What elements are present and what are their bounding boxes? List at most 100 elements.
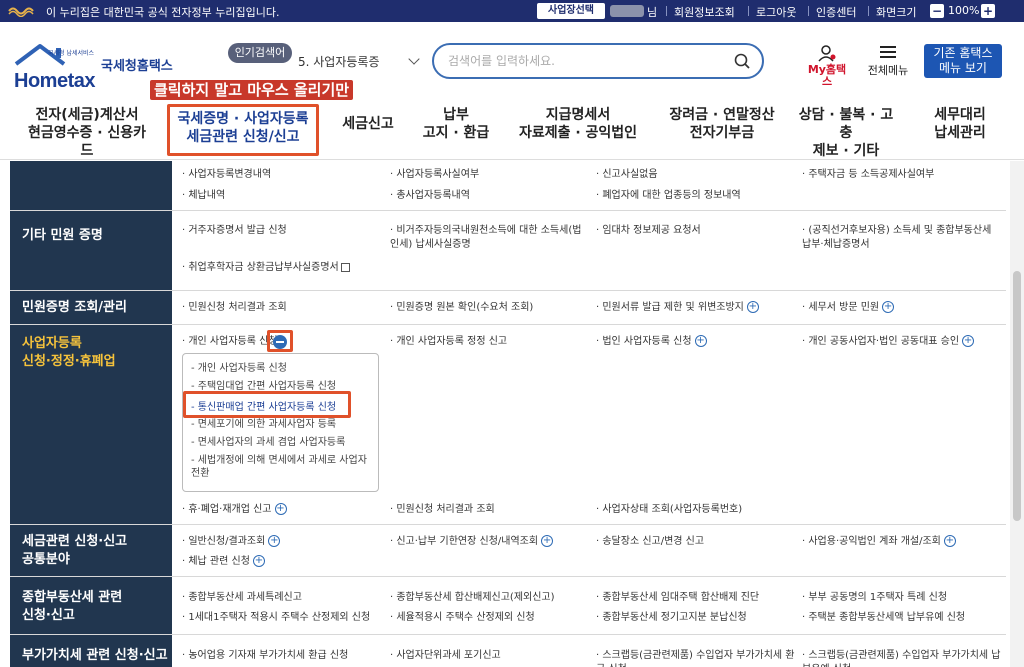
zoom-out-button[interactable]: −: [930, 4, 944, 18]
legacy-menu-button[interactable]: 기존 홈택스 메뉴 보기: [924, 44, 1002, 78]
menu-link[interactable]: · 종합부동산세 합산배제신고(제외신고): [390, 591, 555, 605]
menu-link[interactable]: · 종합부동산세 과세특례신고: [182, 591, 302, 605]
nav-label: 납세관리: [934, 125, 986, 141]
submenu-link[interactable]: - 면세포기에 의한 과세사업자 등록: [191, 418, 371, 431]
expand-plus-icon[interactable]: +: [882, 301, 895, 313]
menu-link[interactable]: · 1세대1주택자 적용시 주택수 산정제외 신청: [182, 611, 370, 625]
screen-size-label: 화면크기: [876, 6, 917, 19]
menu-link[interactable]: · 체납내역: [182, 189, 225, 203]
menu-link[interactable]: · 개인 공동사업자·법인 공동대표 승인 +: [802, 335, 975, 349]
menu-link[interactable]: · 개인 사업자등록 정정 신고: [390, 335, 507, 349]
expand-plus-icon[interactable]: +: [694, 335, 707, 347]
menu-link[interactable]: · 농어업용 기자재 부가가치세 환급 신청: [182, 649, 348, 663]
nav-label: 세금관련 신청/신고: [186, 129, 300, 145]
menu-link[interactable]: · 사업자등록변경내역: [182, 168, 271, 182]
all-menu-button[interactable]: 전체메뉴: [862, 44, 914, 84]
scrollbar-thumb[interactable]: [1013, 271, 1021, 521]
search-icon[interactable]: [734, 53, 750, 69]
menu-link[interactable]: · 민원증명 원본 확인(수요처 조회): [390, 301, 533, 315]
menu-link[interactable]: · 세율적용시 주택수 산정제외 신청: [390, 611, 535, 625]
menu-link[interactable]: · 법인 사업자등록 신청 +: [596, 335, 707, 349]
menu-link[interactable]: · 일반신청/결과조회 +: [182, 535, 281, 549]
logo-korean: 국세청홈택스: [101, 59, 173, 74]
menu-link[interactable]: · 민원서류 발급 제한 및 위변조방지 +: [596, 301, 759, 315]
menu-link[interactable]: · 세무서 방문 민원 +: [802, 301, 895, 315]
menu-link[interactable]: · 사업자상태 조회(사업자등록번호): [596, 503, 742, 517]
menu-link[interactable]: · 종합부동산세 정기고지분 분납신청: [596, 611, 747, 625]
collapse-minus-icon: [273, 335, 287, 349]
menu-link[interactable]: · 거주자증명서 발급 신청: [182, 224, 287, 238]
my-hometax-button[interactable]: My홈택스: [804, 42, 850, 92]
menu-link-label: · 법인 사업자등록 신청: [596, 336, 692, 347]
scrollbar[interactable]: [1010, 161, 1024, 667]
menu-link[interactable]: · 종합부동산세 임대주택 합산배제 진단: [596, 591, 759, 605]
hometax-logo[interactable]: Hometax: [14, 70, 95, 93]
cert-center-link[interactable]: 인증센터: [816, 4, 856, 20]
expand-plus-icon[interactable]: +: [541, 535, 554, 547]
all-menu-label: 전체메뉴: [867, 64, 909, 77]
nav-tax-report[interactable]: 세금신고: [332, 115, 404, 133]
zoom-in-button[interactable]: +: [981, 4, 995, 18]
menu-link[interactable]: · 임대차 정보제공 요청서: [596, 224, 701, 238]
row-category: 종합부동산세 관련 신청·신고: [10, 577, 172, 634]
logout-link[interactable]: 로그아웃: [756, 4, 796, 20]
menu-link[interactable]: · (공직선거후보자용) 소득세 및 종합부동산세 납부·체납증명서: [802, 224, 1002, 252]
menu-link[interactable]: · 폐업자에 대한 업종등의 정보내역: [596, 189, 741, 203]
user-name-blurred: [610, 5, 644, 17]
menu-link-label: · 일반신청/결과조회: [182, 536, 266, 547]
submenu-link[interactable]: - 세법개정에 의해 면세에서 과세로 사업자 전환: [191, 454, 371, 480]
nav-incentive[interactable]: 장려금 · 연말정산 전자기부금: [662, 106, 782, 142]
menu-link[interactable]: · 신고사실없음: [596, 168, 658, 182]
menu-link[interactable]: · 부부 공동명의 1주택자 특례 신청: [802, 591, 947, 605]
menu-link-label: · 사업용·공익법인 계좌 개설/조회: [802, 536, 941, 547]
nav-label: 세무대리: [934, 107, 986, 123]
menu-link[interactable]: · 주택자금 등 소득공제사실여부: [802, 168, 934, 182]
menu-link[interactable]: · 주택분 종합부동산세액 납부유예 신청: [802, 611, 965, 625]
menu-link[interactable]: · 사업자등록사실여부: [390, 168, 479, 182]
nav-e-invoice[interactable]: 전자(세금)계산서 현금영수증 · 신용카드: [24, 106, 150, 160]
menu-link[interactable]: · 사업자단위과세 포기신고: [390, 649, 501, 663]
expand-plus-icon[interactable]: +: [274, 503, 287, 515]
expand-plus-icon[interactable]: +: [962, 335, 975, 347]
menu-link[interactable]: · 송달장소 신고/변경 신고: [596, 535, 704, 549]
nav-consultation[interactable]: 상담 · 불복 · 고충 제보 · 기타: [796, 106, 896, 160]
nav-payment[interactable]: 납부 고지 · 환급: [416, 106, 496, 142]
menu-row: 기타 민원 증명 · 거주자증명서 발급 신청 · 비거주자등의국내원천소득에 …: [10, 211, 1006, 291]
menu-link[interactable]: · 휴·폐업·재개업 신고 +: [182, 503, 287, 517]
menu-link[interactable]: · 스크랩등(금관련제품) 수입업자 부가가치세 납부유예 신청: [802, 649, 1002, 667]
expand-plus-icon[interactable]: +: [252, 555, 265, 567]
row-category-line1: 사업자등록: [22, 336, 82, 351]
menu-link-external[interactable]: · 취업후학자금 상환금납부사실증명서: [182, 261, 350, 275]
menu-link[interactable]: · 스크랩등(금관련제품) 수입업자 부가가치세 환급 신청: [596, 649, 796, 667]
menu-link[interactable]: · 민원신청 처리결과 조회: [182, 301, 287, 315]
menu-link[interactable]: · 사업용·공익법인 계좌 개설/조회 +: [802, 535, 956, 549]
collapse-toggle[interactable]: [267, 330, 293, 352]
nav-tax-agent[interactable]: 세무대리 납세관리: [920, 106, 1000, 142]
search-box: [432, 43, 764, 79]
submenu-link-ecommerce-registration[interactable]: - 통신판매업 간편 사업자등록 신청: [183, 391, 351, 418]
submenu-link[interactable]: - 면세사업자의 과세 겸업 사업자등록: [191, 436, 371, 449]
menu-link[interactable]: · 비거주자등의국내원천소득에 대한 소득세(법인세) 납세사실증명: [390, 224, 590, 252]
nav-label: 전자기부금: [689, 125, 755, 141]
menu-row-business-registration: 사업자등록 신청·정정·휴폐업 · 개인 사업자등록 신청 · 개인 사업자등록…: [10, 325, 1006, 525]
popular-search-item[interactable]: 5. 사업자등록증: [298, 53, 380, 70]
menu-link[interactable]: · 신고·납부 기한연장 신청/내역조회 +: [390, 535, 554, 549]
nav-certificate-registration[interactable]: 국세증명 · 사업자등록 세금관련 신청/신고: [167, 104, 319, 156]
member-info-link[interactable]: 회원정보조회: [674, 4, 735, 20]
business-select-button[interactable]: 사업장선택: [537, 3, 605, 19]
menu-link[interactable]: · 개인 사업자등록 신청: [182, 335, 278, 349]
divider: [666, 6, 667, 16]
nav-payment-statement[interactable]: 지급명세서 자료제출 · 공익법인: [514, 106, 642, 142]
expand-plus-icon[interactable]: +: [943, 535, 956, 547]
annotation-hover-instruction: 클릭하지 말고 마우스 올리기만: [150, 80, 354, 100]
menu-link[interactable]: · 민원신청 처리결과 조회: [390, 503, 495, 517]
menu-row: 종합부동산세 관련 신청·신고 · 종합부동산세 과세특례신고 · 종합부동산세…: [10, 577, 1006, 635]
expand-plus-icon[interactable]: +: [268, 535, 281, 547]
expand-plus-icon[interactable]: +: [746, 301, 759, 313]
menu-link[interactable]: · 총사업자등록내역: [390, 189, 470, 203]
menu-link-label: · 세무서 방문 민원: [802, 302, 880, 313]
menu-link[interactable]: · 체납 관련 신청 +: [182, 555, 265, 569]
submenu-link[interactable]: - 개인 사업자등록 신청: [191, 362, 371, 375]
search-input[interactable]: [448, 52, 728, 70]
chevron-down-icon[interactable]: [408, 53, 420, 65]
